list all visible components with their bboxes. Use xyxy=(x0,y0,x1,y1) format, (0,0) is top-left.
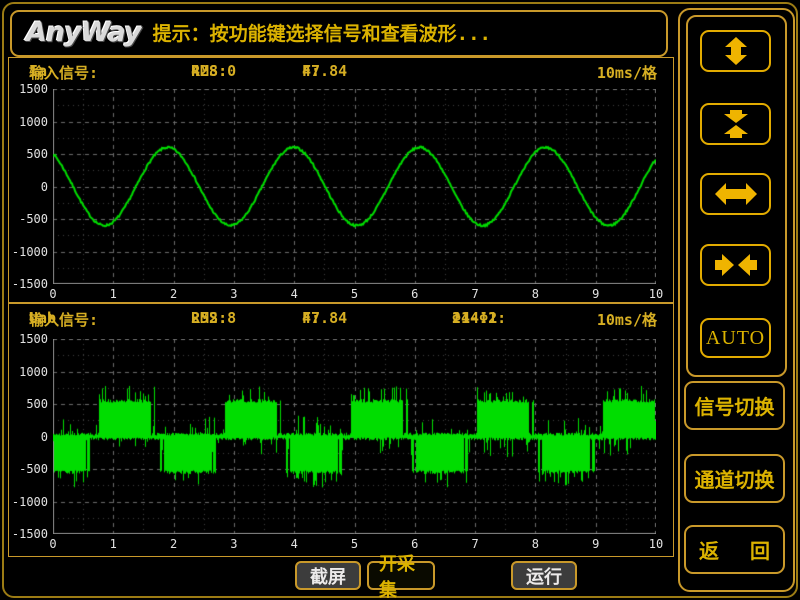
y-tick-label: 1500 xyxy=(9,82,48,96)
run-button[interactable]: 运行 xyxy=(511,561,577,590)
panel1-signal-name: Ia xyxy=(29,62,47,80)
y-tick-label: 0 xyxy=(9,430,48,444)
channel-switch-button[interactable]: 通道切换 xyxy=(684,454,785,503)
side-button-panel: AUTO 信号切换 通道切换 返 回 xyxy=(678,8,795,592)
expand-horizontal-icon xyxy=(714,179,758,209)
zoom-button-group: AUTO xyxy=(686,15,787,377)
analyzer-screen: AnyWay 提示：按功能键选择信号和查看波形... 输入信号: Ia RMS:… xyxy=(0,0,800,600)
x-tick-label: 8 xyxy=(520,287,550,301)
panel2-signal-name: Uab xyxy=(29,309,56,327)
panel1-x-axis-labels: 012345678910 xyxy=(53,287,656,301)
panel1-rms-value: 428.0 xyxy=(191,62,236,80)
panel1-timebase: 10ms/格 xyxy=(597,62,657,83)
x-tick-label: 9 xyxy=(581,537,611,551)
x-tick-label: 7 xyxy=(460,287,490,301)
panel2-phase-value: 244.1 xyxy=(452,309,497,327)
expand-horizontal-button[interactable] xyxy=(700,173,771,215)
panel2-rms-value: 252.8 xyxy=(191,309,236,327)
panel2-y-axis-labels: 150010005000-500-1000-1500 xyxy=(9,339,50,534)
y-tick-label: 1000 xyxy=(9,115,48,129)
compress-vertical-button[interactable] xyxy=(700,103,771,145)
x-tick-label: 8 xyxy=(520,537,550,551)
panel1-freq-value: 47.84 xyxy=(302,62,347,80)
y-tick-label: 0 xyxy=(9,180,48,194)
signal-switch-button[interactable]: 信号切换 xyxy=(684,381,785,430)
waveform-area: 输入信号: Ia RMS: 428.0 F: 47.84 10ms/格 1500… xyxy=(8,57,674,557)
start-acquisition-button[interactable]: 开采集 xyxy=(367,561,435,590)
x-tick-label: 1 xyxy=(98,537,128,551)
auto-button[interactable]: AUTO xyxy=(700,318,771,358)
compress-vertical-icon xyxy=(714,109,758,139)
compress-horizontal-icon xyxy=(714,250,758,280)
x-tick-label: 2 xyxy=(159,287,189,301)
title-bar: AnyWay 提示：按功能键选择信号和查看波形... xyxy=(10,10,668,57)
waveform-plot-ia xyxy=(53,89,656,284)
panel2-header: 输入信号: Uab RMS: 252.8 F: 47.84 Φ1-Φ2: 244… xyxy=(9,309,673,333)
x-tick-label: 4 xyxy=(279,537,309,551)
x-tick-label: 0 xyxy=(38,287,68,301)
x-tick-label: 10 xyxy=(641,287,671,301)
y-tick-label: -1000 xyxy=(9,495,48,509)
y-tick-label: -500 xyxy=(9,462,48,476)
expand-vertical-icon xyxy=(714,36,758,66)
x-tick-label: 7 xyxy=(460,537,490,551)
waveform-plot-uab xyxy=(53,339,656,534)
screenshot-button[interactable]: 截屏 xyxy=(295,561,361,590)
y-tick-label: 1500 xyxy=(9,332,48,346)
panel1-header: 输入信号: Ia RMS: 428.0 F: 47.84 10ms/格 xyxy=(9,62,673,86)
x-tick-label: 6 xyxy=(400,287,430,301)
x-tick-label: 1 xyxy=(98,287,128,301)
x-tick-label: 4 xyxy=(279,287,309,301)
y-tick-label: 1000 xyxy=(9,365,48,379)
panel2-freq-value: 47.84 xyxy=(302,309,347,327)
panel2-timebase: 10ms/格 xyxy=(597,309,657,330)
x-tick-label: 3 xyxy=(219,537,249,551)
x-tick-label: 10 xyxy=(641,537,671,551)
x-tick-label: 5 xyxy=(340,537,370,551)
y-tick-label: 500 xyxy=(9,147,48,161)
back-button[interactable]: 返 回 xyxy=(684,525,785,574)
back-label-left: 返 xyxy=(699,535,719,564)
anyway-logo: AnyWay xyxy=(12,17,153,50)
x-tick-label: 9 xyxy=(581,287,611,301)
x-tick-label: 2 xyxy=(159,537,189,551)
expand-vertical-button[interactable] xyxy=(700,30,771,72)
x-tick-label: 5 xyxy=(340,287,370,301)
panel2-x-axis-labels: 012345678910 xyxy=(53,537,656,551)
panel1-y-axis-labels: 150010005000-500-1000-1500 xyxy=(9,89,50,284)
x-tick-label: 0 xyxy=(38,537,68,551)
y-tick-label: -500 xyxy=(9,212,48,226)
y-tick-label: -1000 xyxy=(9,245,48,259)
hint-text: 提示：按功能键选择信号和查看波形... xyxy=(153,19,491,48)
y-tick-label: 500 xyxy=(9,397,48,411)
back-label-right: 回 xyxy=(750,535,770,564)
panel-divider xyxy=(9,302,673,304)
compress-horizontal-button[interactable] xyxy=(700,244,771,286)
x-tick-label: 3 xyxy=(219,287,249,301)
